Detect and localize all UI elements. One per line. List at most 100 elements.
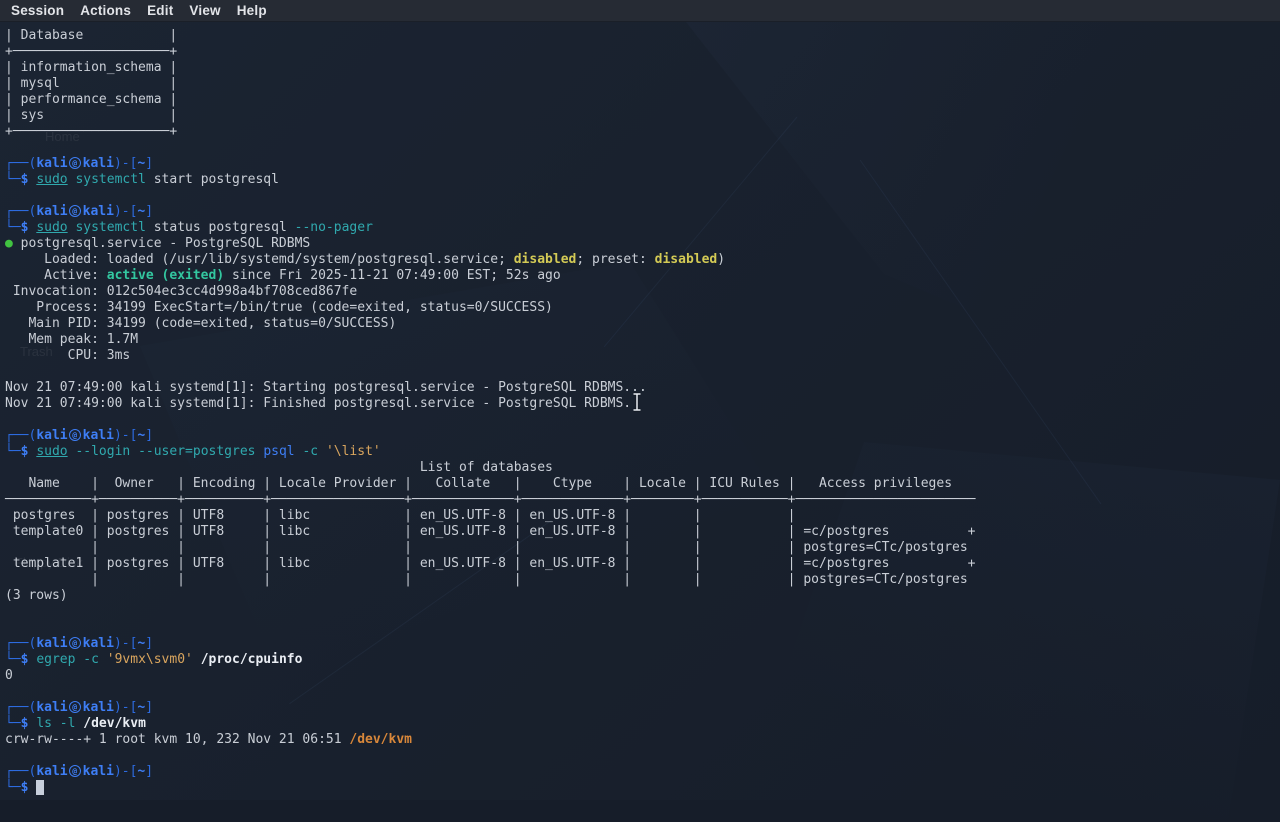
- terminal-text-segment: disabled: [514, 252, 577, 267]
- menu-item-edit[interactable]: Edit: [139, 3, 181, 18]
- terminal-text-segment: sudo: [36, 172, 67, 187]
- terminal-text-segment: /dev/kvm: [83, 716, 146, 731]
- terminal-text-segment: Process: 34199 ExecStart=/bin/true (code…: [5, 300, 553, 315]
- terminal-line: 0: [5, 668, 1280, 684]
- terminal-text-segment: kali: [83, 636, 114, 651]
- terminal-line: Loaded: loaded (/usr/lib/systemd/system/…: [5, 252, 1280, 268]
- terminal-text-segment: --no-pager: [295, 220, 373, 235]
- terminal-line: Mem peak: 1.7M: [5, 332, 1280, 348]
- terminal-line: ┌──(kali@kali)-[~]: [5, 156, 1280, 172]
- terminal-text-segment: systemctl: [75, 172, 145, 187]
- terminal-line: List of databases: [5, 460, 1280, 476]
- circled-at-icon: @: [69, 765, 81, 777]
- terminal-text-segment: (3 rows): [5, 588, 68, 603]
- terminal-text-segment: ]: [145, 428, 153, 443]
- terminal-text-segment: ; preset:: [576, 252, 654, 267]
- terminal-text-segment: [130, 444, 138, 459]
- terminal-text-segment: template0 | postgres | UTF8 | libc | en_…: [5, 524, 976, 539]
- terminal-line: └─$: [5, 780, 1280, 796]
- terminal-text-segment: )-[: [114, 156, 137, 171]
- terminal-line: | performance_schema |: [5, 92, 1280, 108]
- terminal-text-segment: )-[: [114, 204, 137, 219]
- terminal-text-segment: since Fri 2025-11-21 07:49:00 EST; 52s a…: [224, 268, 561, 283]
- terminal-text-segment: | sys |: [5, 108, 177, 123]
- terminal-line: ┌──(kali@kali)-[~]: [5, 764, 1280, 780]
- terminal-text-segment: └─: [5, 780, 21, 795]
- terminal-text-segment: egrep: [36, 652, 75, 667]
- terminal-text-segment: systemctl: [75, 220, 145, 235]
- terminal-text-segment: sudo: [36, 444, 67, 459]
- terminal-line: └─$ ls -l /dev/kvm: [5, 716, 1280, 732]
- terminal-text-segment: -l: [60, 716, 76, 731]
- terminal-text-segment: └─: [5, 652, 21, 667]
- terminal-text-segment: kali: [36, 428, 67, 443]
- terminal-text-segment: )-[: [114, 764, 137, 779]
- terminal-text-segment: ┌──(: [5, 700, 36, 715]
- terminal-line: [5, 604, 1280, 620]
- terminal-text-segment: 0: [5, 668, 13, 683]
- terminal-text-segment: ]: [145, 156, 153, 171]
- terminal-text-segment: kali: [36, 764, 67, 779]
- terminal-text-segment: +────────────────────+: [5, 44, 177, 59]
- terminal-text-segment: [99, 652, 107, 667]
- terminal-text-segment: ┌──(: [5, 764, 36, 779]
- terminal-text-segment: sudo: [36, 220, 67, 235]
- terminal-text-segment: )-[: [114, 636, 137, 651]
- menu-item-help[interactable]: Help: [229, 3, 275, 18]
- terminal-line: | information_schema |: [5, 60, 1280, 76]
- terminal-line: | | | | | | | | postgres=CTc/postgres: [5, 540, 1280, 556]
- terminal-line: postgres | postgres | UTF8 | libc | en_U…: [5, 508, 1280, 524]
- terminal-line: [5, 620, 1280, 636]
- terminal-text-segment: status postgresql: [146, 220, 295, 235]
- terminal-text-segment: /dev/kvm: [349, 732, 412, 747]
- terminal-line: | | | | | | | | postgres=CTc/postgres: [5, 572, 1280, 588]
- menu-bar: SessionActionsEditViewHelp: [0, 0, 1280, 22]
- terminal-text-segment: Loaded: loaded (/usr/lib/systemd/system/…: [5, 252, 514, 267]
- terminal-text-segment: | mysql |: [5, 76, 177, 91]
- menu-item-actions[interactable]: Actions: [72, 3, 139, 18]
- terminal-text-segment: +────────────────────+: [5, 124, 177, 139]
- terminal-text-segment: ): [717, 252, 725, 267]
- terminal-text-segment: kali: [83, 428, 114, 443]
- terminal-text-segment: ]: [145, 204, 153, 219]
- terminal-line: └─$ egrep -c '9vmx\svm0' /proc/cpuinfo: [5, 652, 1280, 668]
- terminal-text-segment: kali: [83, 700, 114, 715]
- menu-item-session[interactable]: Session: [3, 3, 72, 18]
- terminal-text-segment: postgres | postgres | UTF8 | libc | en_U…: [5, 508, 803, 523]
- terminal-text-segment: kali: [36, 204, 67, 219]
- terminal-text-segment: )-[: [114, 428, 137, 443]
- terminal-text-segment: └─: [5, 172, 21, 187]
- terminal-text-segment: active (exited): [107, 268, 224, 283]
- terminal-text-segment: ]: [145, 700, 153, 715]
- terminal-line: ┌──(kali@kali)-[~]: [5, 700, 1280, 716]
- terminal-text-segment: [52, 716, 60, 731]
- text-ibeam-cursor-icon: [631, 392, 643, 412]
- terminal-text-segment: List of databases: [5, 460, 553, 475]
- terminal-line: └─$ sudo --login --user=postgres psql -c…: [5, 444, 1280, 460]
- terminal-text-segment: Name | Owner | Encoding | Locale Provide…: [5, 476, 952, 491]
- terminal-line: └─$ sudo systemctl start postgresql: [5, 172, 1280, 188]
- terminal-text-segment: kali: [83, 204, 114, 219]
- terminal-text-segment: disabled: [655, 252, 718, 267]
- terminal-text-segment: postgresql.service - PostgreSQL RDBMS: [13, 236, 310, 251]
- terminal-text-segment: ]: [145, 636, 153, 651]
- terminal-line: ┌──(kali@kali)-[~]: [5, 204, 1280, 220]
- menu-item-view[interactable]: View: [181, 3, 228, 18]
- terminal-text-segment: └─: [5, 220, 21, 235]
- terminal-text-segment: -c: [83, 652, 99, 667]
- terminal-line: crw-rw----+ 1 root kvm 10, 232 Nov 21 06…: [5, 732, 1280, 748]
- terminal-line: +────────────────────+: [5, 124, 1280, 140]
- terminal-text-segment: ┌──(: [5, 156, 36, 171]
- terminal-line: Invocation: 012c504ec3cc4d998a4bf708ced8…: [5, 284, 1280, 300]
- circled-at-icon: @: [69, 637, 81, 649]
- terminal-text-segment: psql: [263, 444, 294, 459]
- circled-at-icon: @: [69, 205, 81, 217]
- terminal-text-segment: [193, 652, 201, 667]
- terminal-text-segment: start postgresql: [146, 172, 279, 187]
- terminal-text-segment: ┌──(: [5, 636, 36, 651]
- terminal-text-segment: Invocation: 012c504ec3cc4d998a4bf708ced8…: [5, 284, 357, 299]
- terminal-line: +────────────────────+: [5, 44, 1280, 60]
- terminal-text-segment: Main PID: 34199 (code=exited, status=0/S…: [5, 316, 396, 331]
- terminal-text-segment: ───────────+──────────+──────────+──────…: [5, 492, 976, 507]
- terminal-line: template1 | postgres | UTF8 | libc | en_…: [5, 556, 1280, 572]
